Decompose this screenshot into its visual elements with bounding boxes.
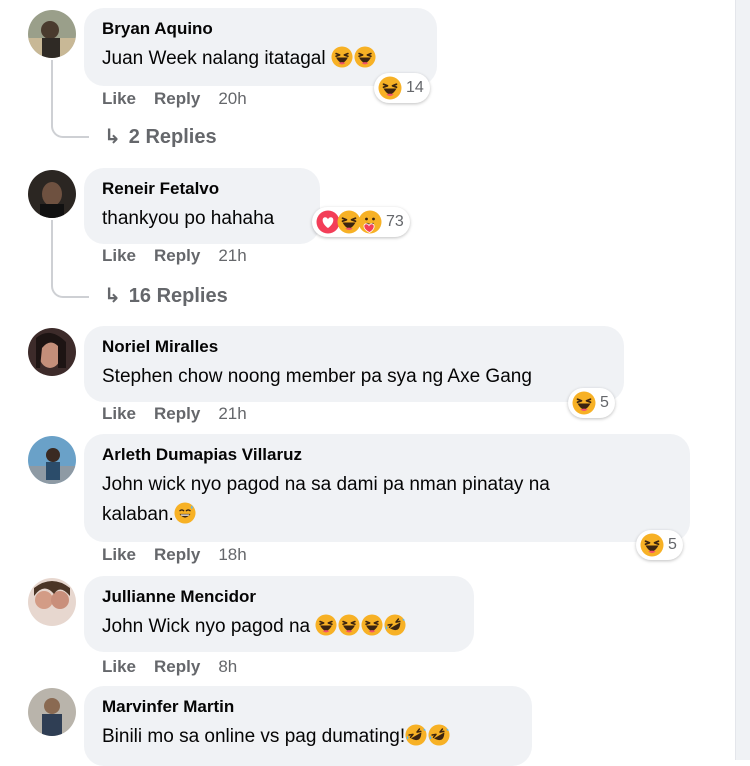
avatar-photo-icon [28,170,76,218]
reaction-summary[interactable]: 5 [636,530,683,560]
avatar[interactable] [28,688,76,736]
replies-label: 2 Replies [128,126,217,148]
rofl-emoji-icon [428,724,450,746]
thread-line [51,60,89,138]
commenter-name[interactable]: Jullianne Mencidor [102,586,458,608]
haha-emoji-icon [315,614,337,636]
comment-text: Binili mo sa online vs pag dumating! [102,722,516,752]
like-button[interactable]: Like [102,545,136,564]
replies-label: 16 Replies [128,285,228,307]
care-icon [358,210,382,234]
reaction-count: 5 [668,536,677,553]
haha-emoji-icon [331,46,353,68]
haha-icon [572,391,596,415]
avatar-photo-icon [28,578,76,626]
timestamp[interactable]: 18h [218,545,246,564]
comment-bubble: Reneir Fetalvo thankyou po hahaha [84,168,320,244]
comment-actions: Like Reply 20h [102,89,265,109]
like-button[interactable]: Like [102,657,136,676]
view-replies-button[interactable]: ↳ 2 Replies [104,124,217,149]
comment-actions: Like Reply 8h [102,657,255,677]
comment-text: Stephen chow noong member pa sya ng Axe … [102,366,532,387]
haha-emoji-icon [354,46,376,68]
comment-actions: Like Reply 21h [102,246,265,266]
reply-button[interactable]: Reply [154,545,200,564]
reply-button[interactable]: Reply [154,404,200,423]
reply-arrow-icon: ↳ [104,285,121,307]
comment-text: Juan Week nalang itatagal [102,44,421,74]
reaction-count: 73 [386,213,404,230]
avatar[interactable] [28,436,76,484]
commenter-name[interactable]: Marvinfer Martin [102,696,516,718]
haha-icon [378,76,402,100]
reply-arrow-icon: ↳ [104,126,121,148]
reaction-summary[interactable]: 73 [312,207,410,237]
view-replies-button[interactable]: ↳ 16 Replies [104,283,228,308]
comment-actions: Like Reply 21h [102,404,265,424]
thread-line [51,220,89,298]
reaction-count: 5 [600,394,609,411]
avatar-photo-icon [28,688,76,736]
avatar[interactable] [28,328,76,376]
rofl-emoji-icon [384,614,406,636]
avatar-photo-icon [28,436,76,484]
comment-bubble: Jullianne Mencidor John Wick nyo pagod n… [84,576,474,652]
avatar[interactable] [28,170,76,218]
comment-bubble: Noriel Miralles Stephen chow noong membe… [84,326,624,402]
rofl-emoji-icon [405,724,427,746]
comment-text: John Wick nyo pagod na [102,612,458,642]
haha-icon [640,533,664,557]
reaction-summary[interactable]: 14 [374,73,430,103]
reaction-summary[interactable]: 5 [568,388,615,418]
avatar[interactable] [28,10,76,58]
timestamp[interactable]: 21h [218,404,246,423]
commenter-name[interactable]: Noriel Miralles [102,336,608,358]
timestamp[interactable]: 20h [218,89,246,108]
reaction-count: 14 [406,79,424,96]
comment-bubble: Marvinfer Martin Binili mo sa online vs … [84,686,532,766]
like-button[interactable]: Like [102,89,136,108]
reply-button[interactable]: Reply [154,89,200,108]
scrollbar-track[interactable] [735,0,750,760]
commenter-name[interactable]: Reneir Fetalvo [102,178,304,200]
commenter-name[interactable]: Bryan Aquino [102,18,421,40]
comment-bubble: Arleth Dumapias Villaruz John wick nyo p… [84,434,690,542]
avatar-photo-icon [28,328,76,376]
like-button[interactable]: Like [102,246,136,265]
timestamp[interactable]: 21h [218,246,246,265]
commenter-name[interactable]: Arleth Dumapias Villaruz [102,444,674,466]
haha-emoji-icon [338,614,360,636]
timestamp[interactable]: 8h [218,657,237,676]
comment-text: John wick nyo pagod na sa dami pa nman p… [102,474,550,525]
avatar-photo-icon [28,10,76,58]
reply-button[interactable]: Reply [154,657,200,676]
grin-sweat-emoji-icon [174,502,196,524]
avatar[interactable] [28,578,76,626]
comment-actions: Like Reply 18h [102,545,265,565]
reply-button[interactable]: Reply [154,246,200,265]
comment-text: thankyou po hahaha [102,208,275,229]
haha-emoji-icon [361,614,383,636]
like-button[interactable]: Like [102,404,136,423]
